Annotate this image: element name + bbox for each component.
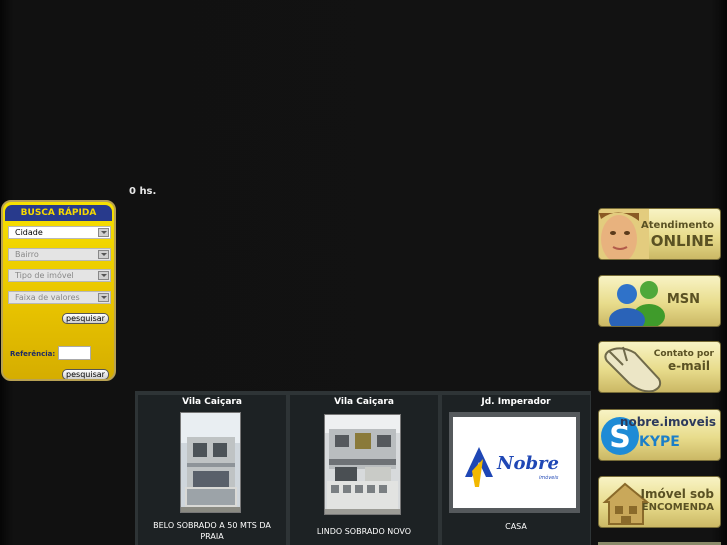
- email-contact-bottom-text: e-mail: [668, 359, 710, 373]
- chevron-down-icon: [98, 271, 109, 280]
- listing-card[interactable]: Vila Caiçara BELO SOBRADO A 50 MTS DA PR…: [138, 395, 286, 545]
- price-range-select[interactable]: Faixa de valores: [8, 291, 111, 304]
- custom-request-bottom-text: ENCOMENDA: [641, 502, 714, 513]
- reference-label: Referência:: [10, 350, 56, 358]
- nobre-logo-text: Nobre: [497, 453, 559, 474]
- skype-button[interactable]: S nobre.imoveis KYPE: [598, 409, 721, 461]
- chevron-down-icon: [98, 228, 109, 237]
- neighborhood-select[interactable]: Bairro: [8, 248, 111, 261]
- custom-request-top-text: Imóvel sob: [640, 487, 714, 501]
- listing-location: Vila Caiçara: [182, 397, 242, 407]
- listing-description: BELO SOBRADO A 50 MTS DA PRAIA: [153, 521, 271, 541]
- listing-location: Jd. Imperador: [481, 397, 551, 407]
- listing-photo[interactable]: Nobre imóveis: [449, 412, 580, 513]
- quick-search-title: BUSCA RÁPIDA: [5, 205, 112, 221]
- support-agent-icon: [599, 209, 649, 259]
- email-contact-top-text: Contato por: [653, 349, 714, 359]
- search-button[interactable]: pesquisar: [62, 313, 109, 324]
- listing-location: Vila Caiçara: [334, 397, 394, 407]
- price-range-select-value: Faixa de valores: [15, 293, 80, 302]
- property-type-select-value: Tipo de imóvel: [15, 271, 74, 280]
- city-select-value: Cidade: [15, 228, 43, 237]
- nobre-logo: Nobre imóveis: [453, 417, 576, 508]
- house-photo: [181, 413, 240, 512]
- skype-wordmark: KYPE: [639, 434, 680, 450]
- reference-search-button[interactable]: pesquisar: [62, 369, 109, 379]
- featured-listings: Vila Caiçara BELO SOBRADO A 50 MTS DA PR…: [135, 391, 591, 545]
- nobre-logo-subtext: imóveis: [539, 475, 559, 481]
- quick-search-panel: BUSCA RÁPIDA Cidade Bairro Tipo de imóve…: [1, 200, 116, 381]
- neighborhood-select-value: Bairro: [15, 250, 39, 259]
- chevron-down-icon: [98, 293, 109, 302]
- listing-photo[interactable]: [180, 412, 241, 513]
- listing-card[interactable]: Vila Caiçara LINDO SOBRADO NOVO: [290, 395, 438, 545]
- listing-description: LINDO SOBRADO NOVO: [316, 527, 412, 536]
- property-type-select[interactable]: Tipo de imóvel: [8, 269, 111, 282]
- msn-button[interactable]: MSN: [598, 275, 721, 327]
- online-support-bottom-text: ONLINE: [650, 232, 714, 250]
- listing-description: CASA: [505, 522, 527, 531]
- msn-label: MSN: [666, 292, 700, 307]
- msn-icon: [609, 281, 665, 326]
- listing-photo[interactable]: [324, 414, 401, 515]
- page-background: 0 hs. BUSCA RÁPIDA Cidade Bairro Tipo de…: [0, 0, 727, 545]
- house-photo: [325, 415, 400, 514]
- custom-request-button[interactable]: Imóvel sob ENCOMENDA: [598, 476, 721, 528]
- listing-card[interactable]: Jd. Imperador Nobre imóveis CASA: [442, 395, 590, 545]
- skype-username: nobre.imoveis: [619, 415, 716, 429]
- online-support-button[interactable]: Atendimento ONLINE: [598, 208, 721, 260]
- email-contact-button[interactable]: Contato por e-mail: [598, 341, 721, 393]
- chevron-down-icon: [98, 250, 109, 259]
- city-select[interactable]: Cidade: [8, 226, 111, 239]
- hours-text: 0 hs.: [129, 186, 157, 197]
- online-support-top-text: Atendimento: [641, 220, 714, 231]
- reference-input[interactable]: [58, 346, 91, 360]
